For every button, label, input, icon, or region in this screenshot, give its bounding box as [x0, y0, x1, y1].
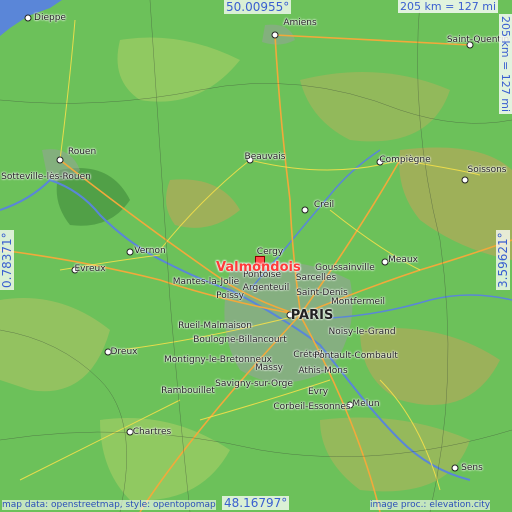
city-label-boulogne: Boulogne-Billancourt: [193, 335, 287, 345]
city-label-pontault: Pontault-Combault: [314, 351, 398, 361]
city-label-vernon: Vernon: [134, 246, 166, 256]
city-label-sarcelles: Sarcelles: [295, 273, 337, 283]
coord-right: 3.59621°: [496, 230, 510, 290]
city-label-athis: Athis-Mons: [298, 366, 348, 376]
city-label-chartres: Chartres: [132, 427, 172, 437]
city-label-meaux: Meaux: [388, 255, 418, 265]
coord-bottom: 48.16797°: [222, 496, 290, 510]
city-label-dreux: Dreux: [110, 347, 138, 357]
coord-top: 50.00955°: [224, 0, 292, 14]
place-name: Valmondois: [216, 260, 301, 275]
city-label-mantes: Mantes-la-Jolie: [172, 277, 240, 287]
city-label-creil: Creil: [313, 200, 335, 210]
city-label-compiegne: Compiègne: [379, 155, 431, 165]
scale-horizontal: 205 km = 127 mi: [398, 0, 499, 13]
city-label-evreux: Evreux: [74, 264, 106, 274]
city-label-poissy: Poissy: [216, 291, 244, 301]
city-dot-vernon: [126, 248, 134, 256]
city-dot-sens: [451, 464, 459, 472]
city-label-amiens: Amiens: [283, 18, 317, 28]
city-label-evry: Evry: [307, 387, 329, 397]
city-label-sotteville: Sotteville-lès-Rouen: [1, 172, 91, 182]
city-label-sens: Sens: [461, 463, 483, 473]
city-dot-rouen: [56, 156, 64, 164]
city-label-dieppe: Dieppe: [34, 13, 66, 23]
city-label-soissons: Soissons: [467, 165, 507, 175]
city-label-rueil: Rueil-Malmaison: [178, 321, 252, 331]
city-label-beauvais: Beauvais: [244, 152, 286, 162]
city-label-savigny: Savigny-sur-Orge: [215, 379, 293, 389]
map[interactable]: Dieppe Amiens Saint-Quentin Rouen Sottev…: [0, 0, 512, 512]
city-label-argenteuil: Argenteuil: [242, 283, 290, 293]
city-dot-soissons: [461, 176, 469, 184]
city-label-rouen: Rouen: [67, 147, 97, 157]
city-dot-dieppe: [24, 14, 32, 22]
city-label-goussainville: Goussainville: [315, 263, 375, 273]
attribution-right: image proc.: elevation.city: [370, 500, 491, 510]
city-label-corbeil: Corbeil-Essonnes: [273, 402, 351, 412]
scale-vertical: 205 km = 127 mi: [499, 14, 512, 115]
city-dot-amiens: [271, 31, 279, 39]
city-dot-creil: [301, 206, 309, 214]
city-label-montfermeil: Montfermeil: [330, 297, 386, 307]
city-label-massy: Massy: [255, 363, 283, 373]
city-label-paris: PARIS: [290, 308, 334, 323]
city-label-melun: Melun: [352, 399, 380, 409]
city-label-rambouillet: Rambouillet: [161, 386, 215, 396]
attribution-left: map data: openstreetmap, style: opentopo…: [2, 500, 216, 510]
city-label-noisy: Noisy-le-Grand: [328, 327, 396, 337]
coord-left: 0.78371°: [0, 230, 14, 290]
